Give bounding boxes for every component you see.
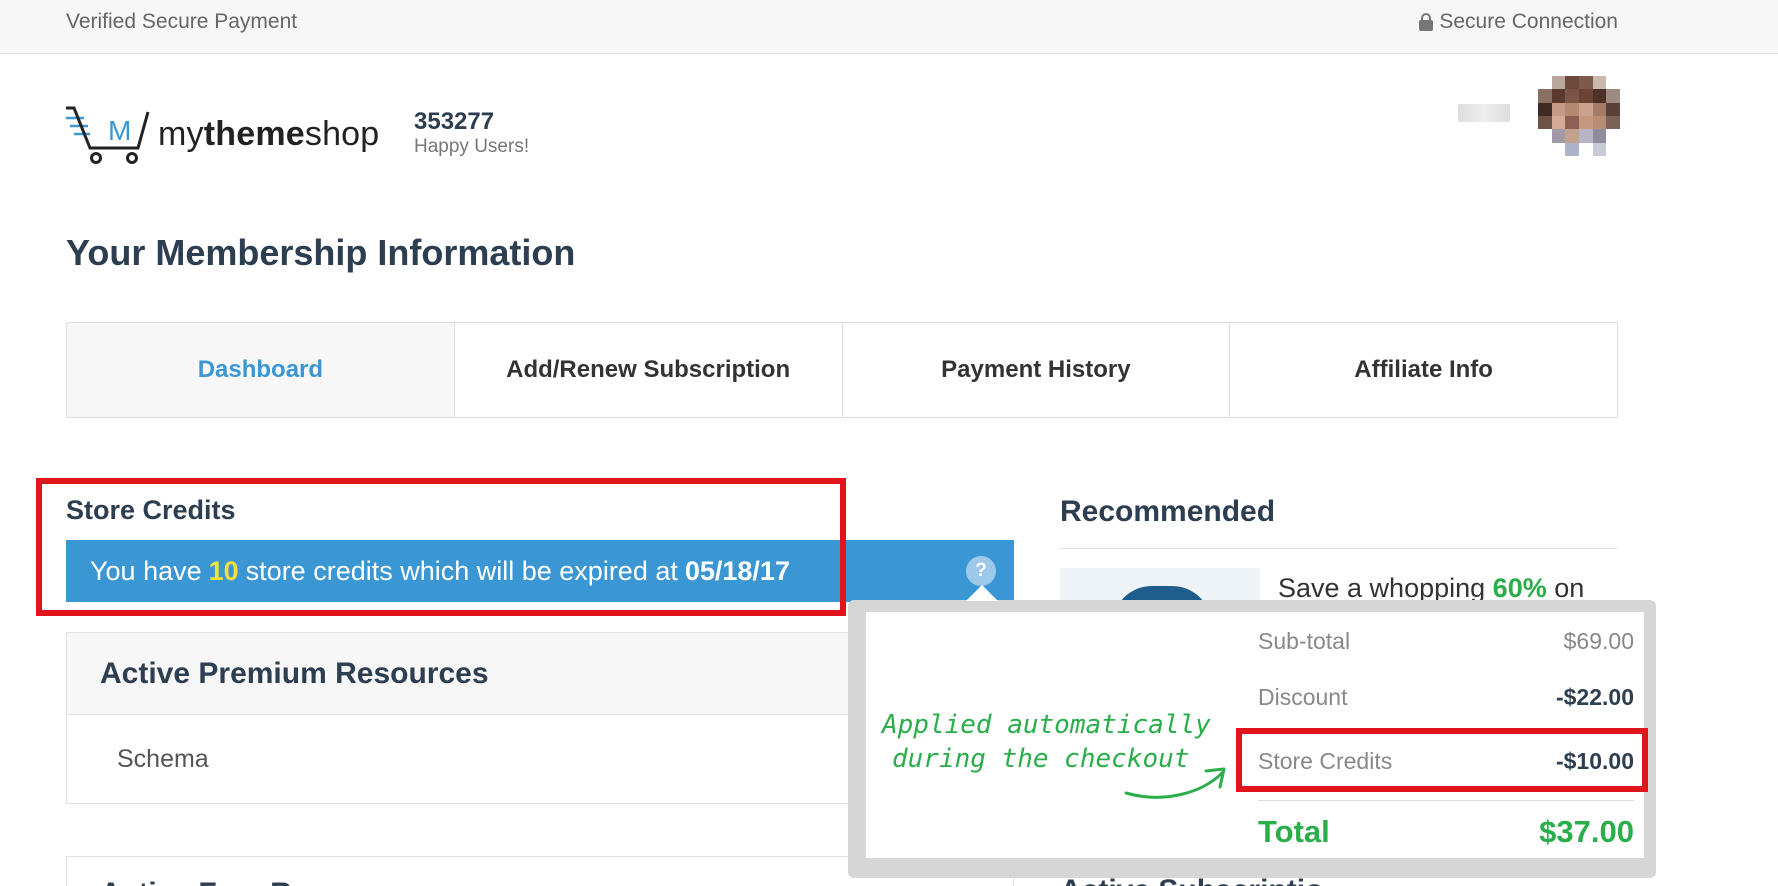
total-label: Total: [1258, 814, 1330, 849]
top-bar: Verified Secure Payment Secure Connectio…: [0, 0, 1778, 54]
subtotal-row: Sub-total $69.00: [1258, 628, 1634, 655]
store-credits-title: Store Credits: [66, 495, 236, 525]
store-credits-text-before: You have: [90, 555, 202, 586]
store-credits-count: 10: [208, 555, 239, 586]
store-credits-row: Store Credits -$10.00: [1258, 748, 1634, 775]
page-title: Your Membership Information: [66, 232, 576, 273]
tab-payment-history[interactable]: Payment History: [841, 323, 1230, 417]
logo-mark-letter: M: [108, 115, 131, 146]
store-credits-value: -$10.00: [1555, 748, 1634, 774]
store-credits-expiry: 05/18/17: [684, 555, 790, 586]
total-value: $37.00: [1539, 814, 1634, 849]
annotation-line-1: Applied automatically: [882, 710, 1211, 740]
user-count: 353277: [414, 108, 495, 135]
tab-add-renew-subscription[interactable]: Add/Renew Subscription: [453, 323, 842, 417]
discount-value: -$22.00: [1555, 684, 1634, 710]
discount-label: Discount: [1258, 684, 1348, 710]
membership-tabs: Dashboard Add/Renew Subscription Payment…: [66, 322, 1618, 418]
secure-connection-text: Secure Connection: [1439, 10, 1618, 33]
secure-connection: Secure Connection: [1419, 10, 1618, 34]
lock-icon: [1419, 13, 1434, 31]
annotation-arrow-icon: [1124, 767, 1226, 799]
divider: [1060, 548, 1618, 549]
store-credits-label: Store Credits: [1258, 748, 1393, 774]
recommended-percent: 60%: [1492, 573, 1547, 603]
verified-payment-text: Verified Secure Payment: [66, 10, 298, 33]
username-blurred[interactable]: [1458, 104, 1510, 122]
logo[interactable]: M mythemeshop: [64, 104, 379, 164]
tab-dashboard[interactable]: Dashboard: [67, 323, 454, 417]
store-credits-text-middle: store credits which will be expired at: [245, 555, 678, 586]
discount-row: Discount -$22.00: [1258, 684, 1634, 711]
popup-pointer: [966, 585, 998, 601]
store-credits-banner: You have 10 store credits which will be …: [66, 540, 1014, 602]
subtotal-label: Sub-total: [1258, 628, 1351, 654]
total-row: Total $37.00: [1258, 814, 1634, 850]
subtotal-value: $69.00: [1563, 628, 1634, 654]
logo-wordmark: mythemeshop: [158, 114, 380, 153]
avatar[interactable]: [1538, 76, 1620, 156]
user-count-label: Happy Users!: [414, 136, 530, 157]
help-icon[interactable]: ?: [966, 556, 996, 586]
summary-divider: [1258, 800, 1634, 801]
recommended-title: Recommended: [1060, 495, 1276, 528]
tab-affiliate-info[interactable]: Affiliate Info: [1229, 323, 1617, 417]
happy-users: 353277 Happy Users!: [414, 108, 529, 158]
cart-logo-icon: M: [66, 106, 150, 164]
